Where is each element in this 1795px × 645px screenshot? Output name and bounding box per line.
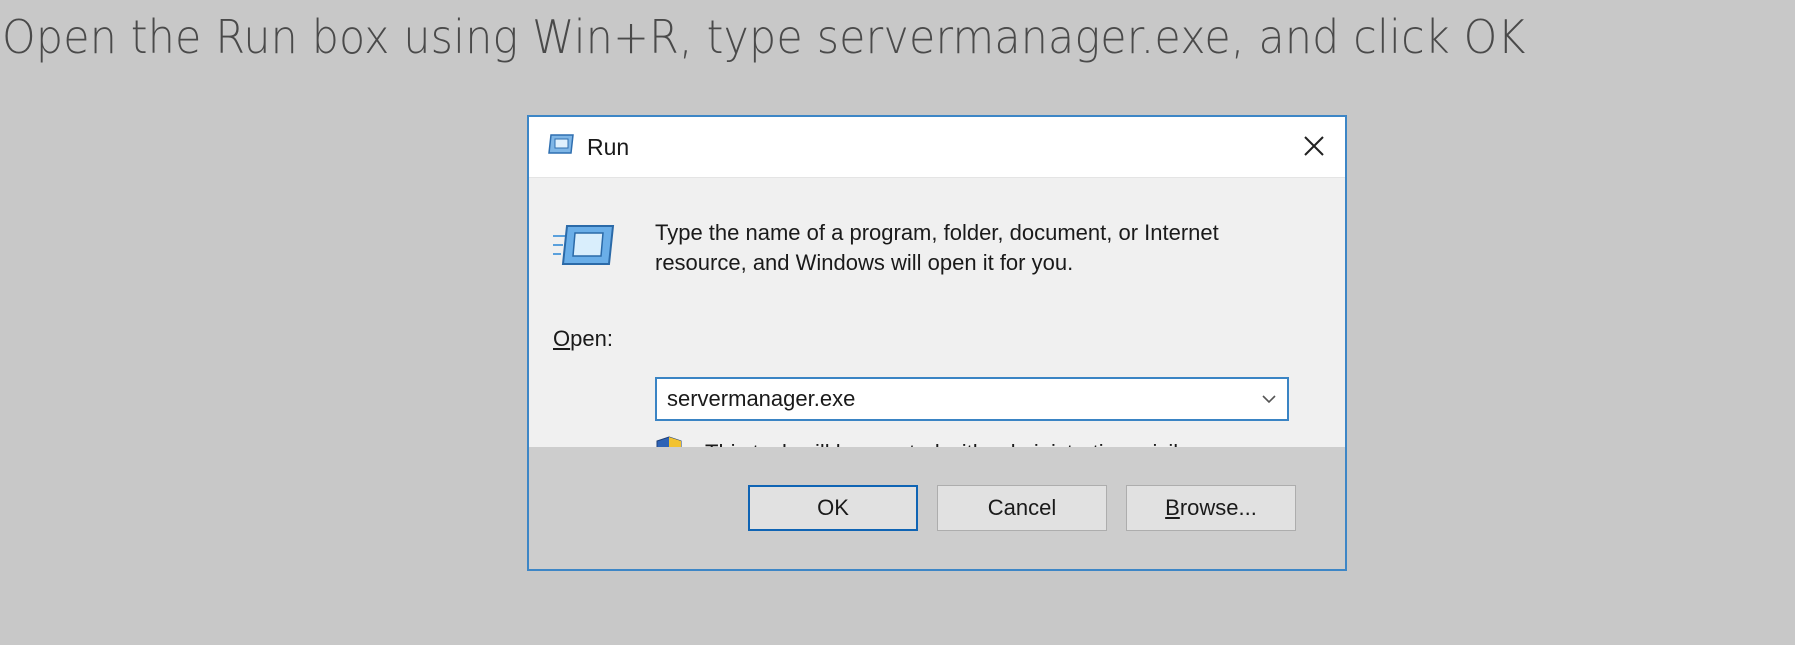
browse-button[interactable]: Browse... bbox=[1126, 485, 1296, 531]
browse-accesskey: B bbox=[1165, 495, 1180, 520]
close-icon bbox=[1304, 136, 1324, 156]
run-dialog: Run Type the name of a program, folder, … bbox=[527, 115, 1347, 571]
run-description: Type the name of a program, folder, docu… bbox=[655, 220, 1219, 275]
run-icon bbox=[547, 133, 575, 155]
browse-label: rowse... bbox=[1179, 495, 1257, 520]
open-combobox[interactable]: servermanager.exe bbox=[655, 377, 1289, 421]
open-label: Open: bbox=[553, 326, 613, 352]
dialog-title: Run bbox=[587, 134, 630, 160]
title-bar[interactable]: Run bbox=[529, 117, 1345, 178]
dropdown-button[interactable] bbox=[1251, 379, 1287, 419]
chevron-down-icon bbox=[1262, 395, 1276, 404]
button-bar: OK Cancel Browse... bbox=[529, 447, 1345, 569]
cancel-button[interactable]: Cancel bbox=[937, 485, 1107, 531]
ok-button[interactable]: OK bbox=[748, 485, 918, 531]
open-input[interactable]: servermanager.exe bbox=[657, 386, 1251, 412]
run-program-icon bbox=[553, 220, 617, 270]
open-label-accesskey: O bbox=[553, 326, 571, 351]
instruction-caption: Open the Run box using Win+R, type serve… bbox=[2, 10, 1526, 64]
close-button[interactable] bbox=[1297, 129, 1331, 163]
open-label-text: pen: bbox=[570, 326, 613, 351]
